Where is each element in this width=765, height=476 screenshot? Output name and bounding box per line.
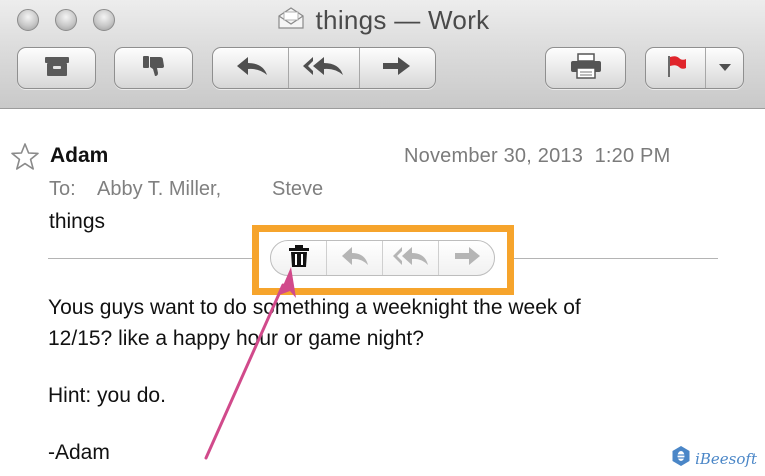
- recipient[interactable]: Steve: [272, 178, 323, 201]
- archive-button[interactable]: [17, 47, 96, 89]
- junk-button[interactable]: [114, 47, 193, 89]
- watermark: iBeesoft: [671, 445, 757, 472]
- flag-menu-button[interactable]: [705, 48, 743, 88]
- print-button[interactable]: [545, 47, 626, 89]
- sender-name: Adam: [50, 144, 109, 167]
- hover-reply-button[interactable]: [326, 241, 382, 275]
- red-flag-icon: [665, 54, 687, 83]
- message-date: November 30, 2013 1:20 PM: [404, 145, 671, 167]
- flag-button[interactable]: [646, 48, 705, 88]
- watermark-text: iBeesoft: [695, 449, 757, 468]
- bee-logo-icon: [671, 445, 691, 472]
- recipient[interactable]: Abby T. Miller,: [97, 178, 221, 201]
- reply-all-arrow-icon: [301, 54, 347, 83]
- thumbs-down-icon: [141, 53, 167, 84]
- flag-button-group: [645, 47, 744, 89]
- reply-arrow-icon: [340, 245, 370, 272]
- hover-forward-button[interactable]: [438, 241, 494, 275]
- star-icon[interactable]: [10, 142, 40, 177]
- body-line: Yous guys want to do something a weeknig…: [48, 296, 581, 319]
- forward-button[interactable]: [359, 48, 431, 88]
- reply-all-arrow-icon: [391, 245, 431, 272]
- window-titlebar: things — Work: [0, 0, 765, 109]
- window-title: things — Work: [315, 4, 490, 35]
- trash-icon: [288, 244, 310, 273]
- to-label: To:: [49, 178, 76, 200]
- message-subject: things: [49, 210, 106, 233]
- printer-icon: [569, 52, 603, 84]
- reply-arrow-icon: [234, 54, 270, 83]
- reply-button-group: [212, 47, 436, 89]
- reply-button[interactable]: [217, 48, 288, 88]
- hover-reply-all-button[interactable]: [382, 241, 438, 275]
- body-line: -Adam: [48, 441, 110, 464]
- message-body: Yous guys want to do something a weeknig…: [48, 292, 728, 468]
- hover-action-bar: [270, 240, 495, 276]
- envelope-icon: [276, 6, 306, 35]
- body-line: Hint: you do.: [48, 384, 166, 407]
- delete-button[interactable]: [271, 241, 326, 275]
- window-title-area: things — Work: [0, 2, 765, 38]
- body-line: 12/15? like a happy hour or game night?: [48, 327, 424, 350]
- forward-arrow-icon: [452, 245, 482, 272]
- chevron-down-icon: [718, 59, 732, 77]
- archive-box-icon: [44, 55, 70, 82]
- reply-all-button[interactable]: [287, 48, 360, 88]
- forward-arrow-icon: [379, 54, 413, 83]
